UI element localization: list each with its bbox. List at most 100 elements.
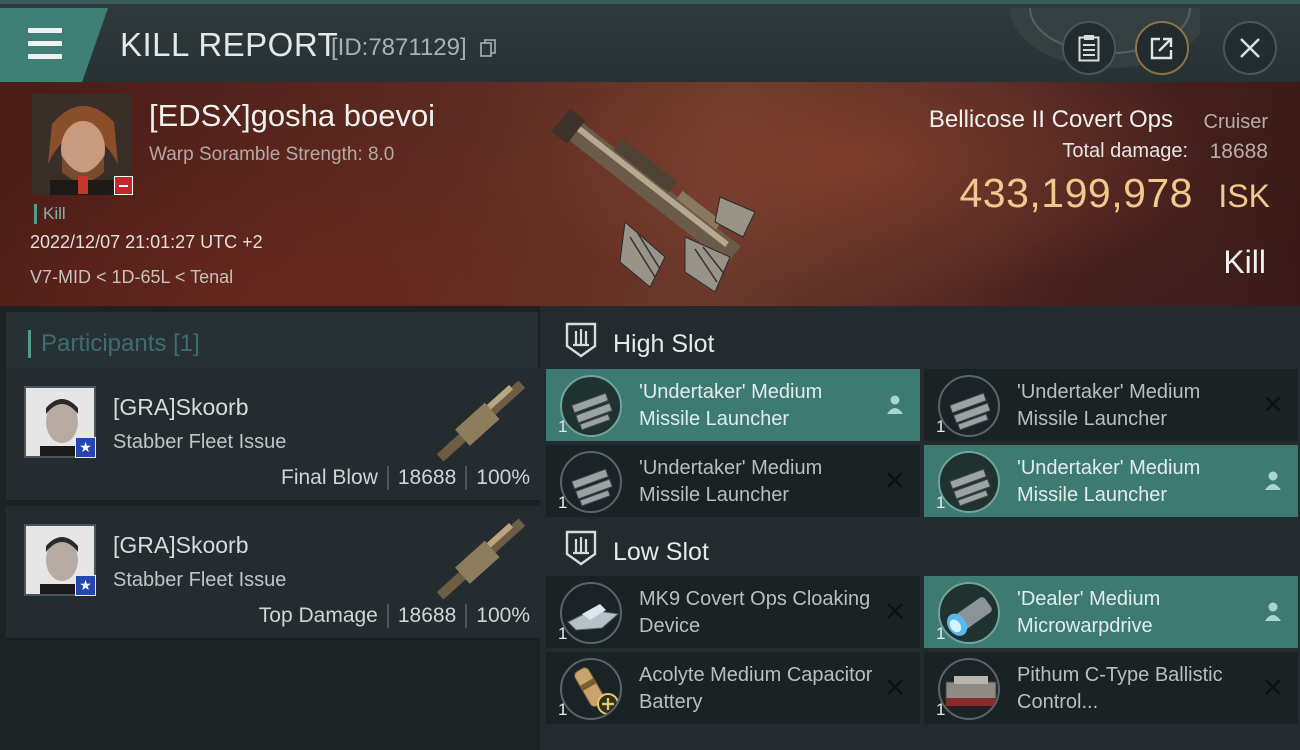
participant-name[interactable]: [GRA]Skoorb <box>113 394 249 421</box>
module-icon <box>560 658 622 720</box>
destroyed-x-icon <box>1262 393 1284 415</box>
person-icon <box>1262 600 1284 622</box>
hamburger-icon-bar <box>28 41 62 46</box>
kill-tag: Kill <box>34 204 66 224</box>
module-name: 'Dealer' Medium Microwarpdrive <box>1017 588 1161 637</box>
module-slot[interactable]: 1 'Undertaker' Medium Missile Launcher <box>546 445 920 517</box>
module-quantity: 1 <box>936 493 946 512</box>
module-slot[interactable]: 1 'Undertaker' Medium Missile Launcher <box>924 369 1298 441</box>
clipboard-button[interactable] <box>1062 21 1116 75</box>
close-button[interactable] <box>1223 21 1277 75</box>
ship-class: Cruiser <box>1203 111 1268 133</box>
kill-report-header: KILL REPORT [ID:7871129] <box>0 0 1300 82</box>
page-title: KILL REPORT <box>120 26 339 63</box>
low-slot-title: Low Slot <box>613 538 709 566</box>
person-icon <box>884 393 906 415</box>
module-name: 'Undertaker' Medium Missile Launcher <box>1017 381 1201 430</box>
participants-header: Participants [1] <box>6 312 538 370</box>
module-name: 'Undertaker' Medium Missile Launcher <box>639 381 823 430</box>
total-damage-label: Total damage: <box>1062 140 1188 162</box>
participant-percent: 100% <box>476 604 530 627</box>
participant-damage: 18688 <box>397 466 457 489</box>
next-slot-header-partial <box>546 738 1300 750</box>
alliance-star-icon: ★ <box>75 437 96 458</box>
victim-banner: [EDSX]gosha boevoi Warp Soramble Strengt… <box>0 82 1300 306</box>
low-slot-icon <box>565 530 597 566</box>
module-icon <box>560 375 622 437</box>
module-slot[interactable]: 1 'Undertaker' Medium Missile Launcher <box>546 369 920 441</box>
participant-card[interactable]: ★ [GRA]Skoorb Stabber Fleet Issue Final … <box>6 368 540 502</box>
participant-role: Top Damage <box>258 604 378 627</box>
victim-warp-strength: Warp Soramble Strength: 8.0 <box>149 144 395 165</box>
participants-title: Participants [1] <box>28 330 200 358</box>
module-icon <box>560 582 622 644</box>
module-slot[interactable]: 1 'Undertaker' Medium Missile Launcher <box>924 445 1298 517</box>
weapon-icon <box>436 518 526 600</box>
high-slot-header: High Slot <box>546 310 1300 370</box>
person-icon <box>1262 469 1284 491</box>
low-slot-header: Low Slot <box>546 518 1300 578</box>
module-icon <box>938 451 1000 513</box>
participant-percent: 100% <box>476 466 530 489</box>
module-icon <box>938 658 1000 720</box>
copy-icon[interactable] <box>480 39 496 57</box>
high-slot-icon <box>565 322 597 358</box>
hamburger-icon <box>28 28 62 33</box>
isk-unit: ISK <box>1218 178 1270 214</box>
weapon-icon <box>436 380 526 462</box>
module-quantity: 1 <box>936 417 946 436</box>
destroyed-x-icon <box>884 600 906 622</box>
module-name: Pithum C-Type Ballistic Control... <box>1017 664 1223 713</box>
participant-stats: Top Damage 18688 100% <box>259 604 530 628</box>
participant-damage: 18688 <box>397 604 457 627</box>
share-button[interactable] <box>1135 21 1189 75</box>
report-id: [ID:7871129] <box>331 34 467 61</box>
kill-location[interactable]: V7-MID < 1D-65L < Tenal <box>30 267 233 288</box>
module-slot[interactable]: 1 Acolyte Medium Capacitor Battery <box>546 652 920 724</box>
destroyed-x-icon <box>884 676 906 698</box>
destroyed-x-icon <box>884 469 906 491</box>
module-icon <box>938 375 1000 437</box>
participant-ship: Stabber Fleet Issue <box>113 569 287 591</box>
high-slot-title: High Slot <box>613 330 715 358</box>
participants-panel: Participants [1] ★ [GRA]Skoorb Stabber F… <box>0 306 540 750</box>
stats-divider <box>386 466 389 490</box>
hostile-badge <box>114 176 133 195</box>
module-quantity: 1 <box>558 417 568 436</box>
destroyed-x-icon <box>1262 676 1284 698</box>
participant-ship: Stabber Fleet Issue <box>113 431 287 453</box>
menu-button[interactable] <box>0 8 108 82</box>
module-name: MK9 Covert Ops Cloaking Device <box>639 588 871 637</box>
fitting-panel: High Slot 1 'Undertaker' Medium Missile … <box>540 306 1300 750</box>
share-icon <box>1150 37 1173 60</box>
module-quantity: 1 <box>558 700 568 719</box>
total-damage-value: 18688 <box>1209 140 1268 163</box>
ship-name[interactable]: Bellicose II Covert Ops <box>929 106 1173 134</box>
clipboard-icon <box>1078 35 1100 62</box>
module-quantity: 1 <box>558 624 568 643</box>
stats-divider <box>465 604 468 628</box>
stats-divider <box>465 466 468 490</box>
module-slot[interactable]: 1 'Dealer' Medium Microwarpdrive <box>924 576 1298 648</box>
module-name: Acolyte Medium Capacitor Battery <box>639 664 873 713</box>
stats-divider <box>386 604 389 628</box>
module-slot[interactable]: 1 Pithum C-Type Ballistic Control... <box>924 652 1298 724</box>
participant-name[interactable]: [GRA]Skoorb <box>113 532 249 559</box>
module-icon <box>938 582 1000 644</box>
module-icon <box>560 451 622 513</box>
ship-render[interactable] <box>535 87 765 297</box>
victim-name[interactable]: [EDSX]gosha boevoi <box>149 98 435 134</box>
participant-card[interactable]: ★ [GRA]Skoorb Stabber Fleet Issue Top Da… <box>6 506 540 640</box>
module-name: 'Undertaker' Medium Missile Launcher <box>639 457 823 506</box>
participant-role: Final Blow <box>281 466 378 489</box>
alliance-star-icon: ★ <box>75 575 96 596</box>
module-slot[interactable]: 1 MK9 Covert Ops Cloaking Device <box>546 576 920 648</box>
participant-stats: Final Blow 18688 100% <box>281 466 530 490</box>
kill-result: Kill <box>1223 244 1266 280</box>
hamburger-icon-bar <box>28 54 62 59</box>
module-name: 'Undertaker' Medium Missile Launcher <box>1017 457 1201 506</box>
kill-datetime: 2022/12/07 21:01:27 UTC +2 <box>30 232 263 252</box>
module-quantity: 1 <box>936 700 946 719</box>
module-quantity: 1 <box>936 624 946 643</box>
module-quantity: 1 <box>558 493 568 512</box>
